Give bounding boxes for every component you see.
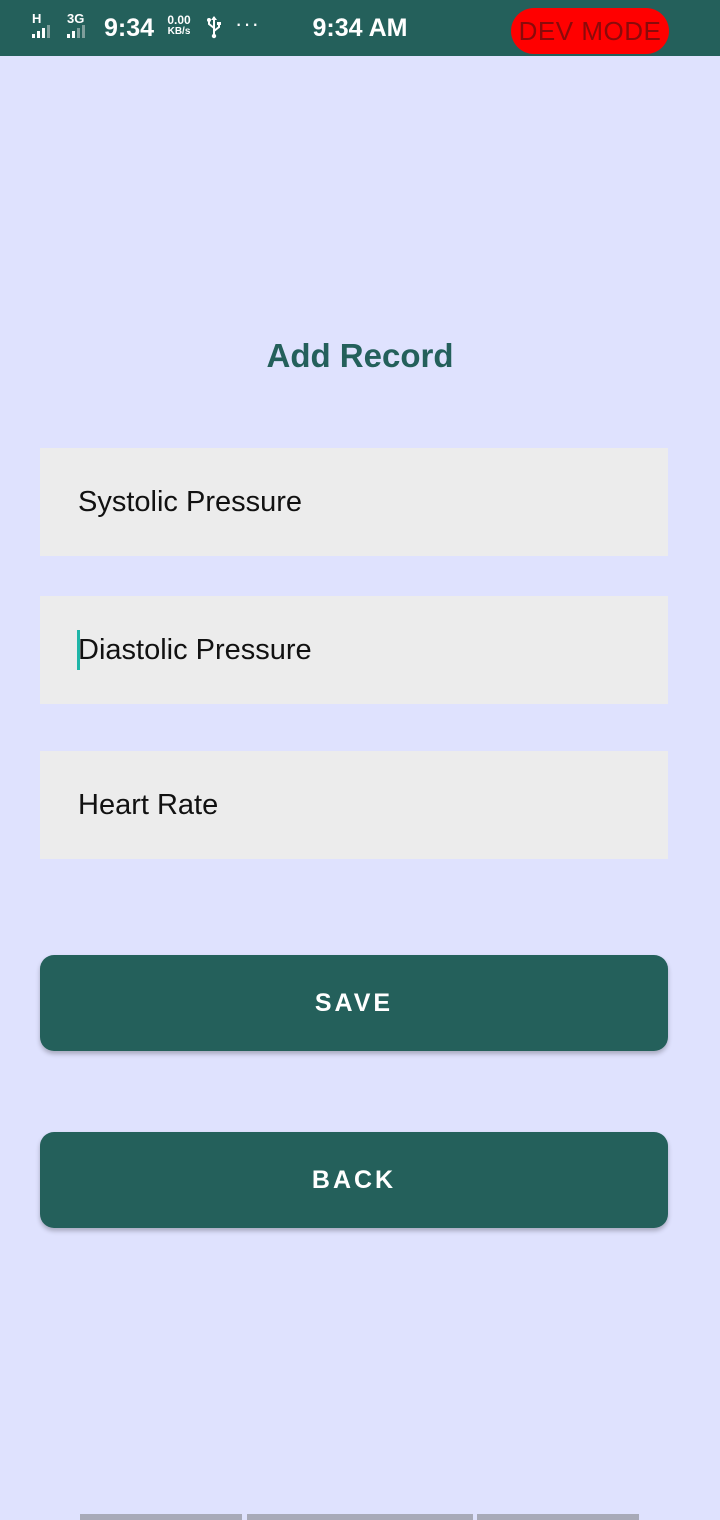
- signal-h-icon: H: [32, 12, 60, 40]
- network-speed: 0.00 KB/s: [163, 13, 195, 37]
- signal-h-label: H: [32, 11, 42, 26]
- network-speed-unit: KB/s: [167, 26, 191, 37]
- network-speed-value: 0.00: [167, 13, 191, 27]
- more-dots-icon: ···: [235, 11, 260, 36]
- page-title: Add Record: [266, 337, 454, 374]
- back-button[interactable]: BACK: [40, 1132, 668, 1228]
- diastolic-pressure-placeholder: Diastolic Pressure: [78, 634, 312, 666]
- heart-rate-placeholder: Heart Rate: [78, 789, 219, 821]
- systolic-pressure-placeholder: Systolic Pressure: [78, 486, 303, 518]
- dev-mode-badge: DEV MODE: [511, 8, 669, 54]
- bottom-nav-indicator: [0, 1514, 720, 1520]
- nav-segment-center: [247, 1514, 473, 1520]
- status-time-left: 9:34: [104, 14, 155, 42]
- heart-rate-field[interactable]: Heart Rate: [40, 751, 668, 859]
- usb-icon: [207, 16, 221, 39]
- signal-3g-label: 3G: [67, 11, 85, 26]
- status-time-center: 9:34 AM: [312, 14, 408, 42]
- diastolic-pressure-field[interactable]: Diastolic Pressure: [40, 596, 668, 704]
- save-button[interactable]: SAVE: [40, 955, 668, 1051]
- systolic-pressure-field[interactable]: Systolic Pressure: [40, 448, 668, 556]
- nav-segment-right: [477, 1514, 639, 1520]
- status-bar: H 3G 9:34 0.00 KB/s ··· 9:34 AM DEV MODE: [0, 0, 720, 56]
- signal-3g-icon: 3G: [67, 12, 95, 40]
- nav-segment-left: [80, 1514, 242, 1520]
